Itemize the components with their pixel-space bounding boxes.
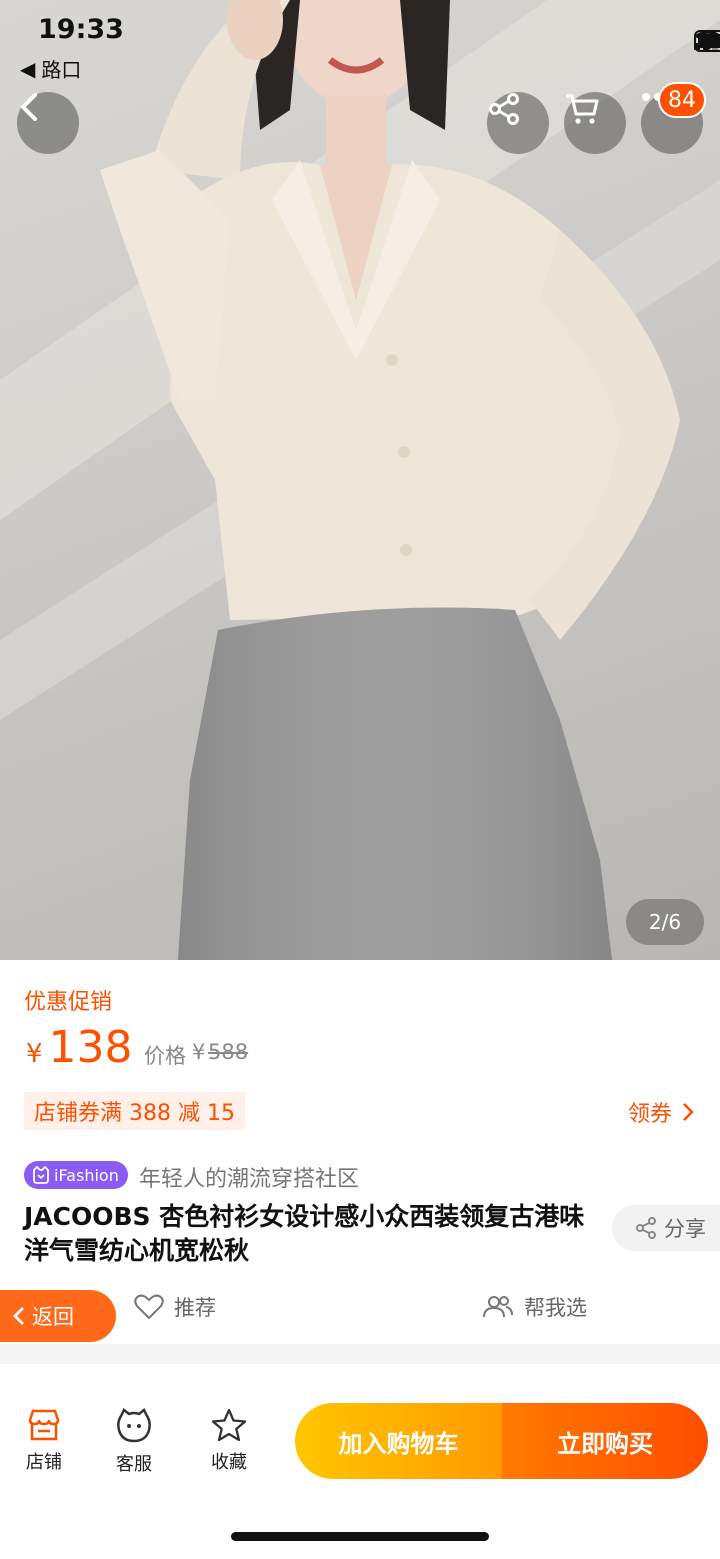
original-price-currency: ¥ [192,1040,206,1064]
chevron-left-icon [13,1307,24,1325]
ifashion-tag[interactable]: iFashion [24,1161,128,1189]
shop-tab[interactable]: 店铺 [9,1408,79,1474]
ifashion-tag-label: iFashion [54,1165,119,1185]
help-choose-label: 帮我选 [524,1296,587,1320]
gallery-page-indicator: 2/6 [626,899,704,945]
back-triangle-icon: ◀ [20,56,36,81]
status-back-app-label: 路口 [41,58,82,82]
cart-button[interactable] [564,92,626,154]
price-value: 138 [48,1022,133,1073]
status-time: 19:33 [38,14,124,45]
favorite-tab-label: 收藏 [211,1452,247,1473]
service-icon [117,1408,151,1443]
cart-icon [566,94,599,124]
add-to-cart-button[interactable]: 加入购物车 [295,1403,502,1479]
help-choose-button[interactable]: 帮我选 [482,1292,587,1322]
section-divider [0,1344,720,1364]
ifashion-cat-icon [33,1166,49,1184]
product-image[interactable]: 19:33 ◀ 路口 84 2/6 [0,0,720,960]
recommend-label: 推荐 [174,1296,216,1320]
star-icon [211,1408,247,1442]
service-tab[interactable]: 客服 [99,1408,169,1476]
share-button[interactable] [487,92,549,154]
chevron-left-icon [21,93,37,121]
notification-badge: 84 [658,82,706,118]
share-icon [489,93,519,125]
heart-icon [134,1294,164,1320]
price: ¥ 138 [26,1022,133,1073]
get-coupon-button[interactable]: 领券 [628,1096,694,1128]
people-icon [483,1296,513,1318]
share-icon [636,1217,656,1239]
get-coupon-label: 领券 [627,1102,672,1127]
home-indicator [231,1532,489,1541]
service-tab-label: 客服 [116,1454,152,1475]
product-title: JACOOBS 杏色衬衫女设计感小众西装领复古港味洋气雪纺心机宽松秋 [24,1202,585,1265]
promo-label: 优惠促销 [24,990,113,1015]
shop-coupon-badge: 店铺券满 388 减 15 [24,1092,245,1130]
chevron-right-icon [683,1103,694,1121]
recommend-button[interactable]: 推荐 [134,1292,216,1322]
original-price-value: 588 [208,1040,249,1064]
favorite-tab[interactable]: 收藏 [194,1408,264,1474]
shop-tab-label: 店铺 [26,1452,62,1473]
status-back-app[interactable]: ◀ 路口 [20,54,81,83]
buy-now-button[interactable]: 立即购买 [502,1403,708,1479]
share-pill-button[interactable]: 分享 [612,1205,720,1251]
battery-icon [694,30,720,52]
original-price-label: 价格 [144,1044,186,1068]
price-currency: ¥ [26,1039,43,1069]
float-back-button[interactable]: 返回 [0,1290,116,1342]
back-button[interactable] [17,92,79,154]
share-pill-label: 分享 [664,1217,706,1241]
shop-icon [28,1409,60,1441]
float-back-label: 返回 [32,1305,74,1329]
ifashion-subtitle: 年轻人的潮流穿搭社区 [139,1167,360,1192]
